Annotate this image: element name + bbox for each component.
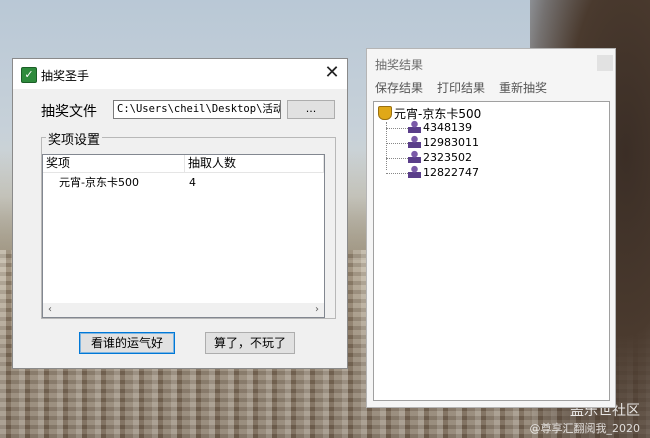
- scroll-left-icon[interactable]: ‹: [43, 303, 57, 317]
- person-icon: [408, 165, 421, 178]
- dialog-client: 抽奖文件 C:\Users\cheil\Desktop\活动抽 ... 奖项设置…: [13, 89, 347, 368]
- file-label: 抽奖文件: [41, 104, 97, 120]
- dialog-title: 抽奖圣手: [41, 69, 90, 83]
- watermark-sub: @尊享汇翻阅我_2020: [529, 422, 641, 435]
- person-icon: [408, 120, 421, 133]
- prize-settings-group: 奖项设置 奖项 抽取人数 元宵-京东卡500 4 ‹ ›: [41, 129, 336, 319]
- tree-root-label: 元宵-京东卡500: [394, 107, 482, 121]
- tree-item[interactable]: 12822747: [386, 165, 479, 180]
- dialog-titlebar[interactable]: ✓ 抽奖圣手 ✕: [13, 59, 347, 89]
- menu-item-save[interactable]: 保存结果: [375, 79, 423, 95]
- results-menu: 保存结果 打印结果 重新抽奖: [375, 79, 547, 95]
- browse-button[interactable]: ...: [287, 100, 335, 119]
- file-path-field[interactable]: C:\Users\cheil\Desktop\活动抽: [113, 100, 281, 119]
- cell-count: 4: [189, 176, 196, 189]
- winner-id: 4348139: [423, 121, 472, 134]
- quit-button[interactable]: 算了，不玩了: [205, 332, 295, 354]
- results-window: 抽奖结果 保存结果 打印结果 重新抽奖 元宵-京东卡500 4348139 12…: [366, 48, 616, 408]
- winner-id: 12822747: [423, 166, 479, 179]
- horizontal-scrollbar[interactable]: ‹ ›: [43, 303, 324, 317]
- menu-item-print[interactable]: 打印结果: [437, 79, 485, 95]
- results-tree[interactable]: 元宵-京东卡500 4348139 12983011 2323502 12822…: [373, 101, 610, 401]
- winner-id: 12983011: [423, 136, 479, 149]
- person-icon: [408, 150, 421, 163]
- close-icon[interactable]: ✕: [317, 59, 347, 89]
- cell-prize: 元宵-京东卡500: [59, 176, 139, 189]
- group-label: 奖项设置: [46, 129, 103, 148]
- tree-item[interactable]: 4348139: [386, 120, 472, 135]
- results-title: 抽奖结果: [375, 58, 424, 72]
- menu-item-redraw[interactable]: 重新抽奖: [499, 79, 547, 95]
- tree-item[interactable]: 12983011: [386, 135, 479, 150]
- lottery-dialog: ✓ 抽奖圣手 ✕ 抽奖文件 C:\Users\cheil\Desktop\活动抽…: [12, 58, 348, 369]
- column-header-count[interactable]: 抽取人数: [185, 155, 324, 173]
- prize-list[interactable]: 奖项 抽取人数 元宵-京东卡500 4 ‹ ›: [42, 154, 325, 318]
- list-header: 奖项 抽取人数: [43, 155, 324, 173]
- results-close-button[interactable]: [597, 55, 613, 71]
- scroll-right-icon[interactable]: ›: [310, 303, 324, 317]
- column-header-prize[interactable]: 奖项: [43, 155, 185, 173]
- trophy-icon: [378, 106, 392, 120]
- tree-item[interactable]: 2323502: [386, 150, 472, 165]
- table-row[interactable]: 元宵-京东卡500 4: [43, 175, 324, 191]
- app-icon: ✓: [21, 67, 37, 83]
- winner-id: 2323502: [423, 151, 472, 164]
- lucky-draw-button[interactable]: 看谁的运气好: [79, 332, 175, 354]
- person-icon: [408, 135, 421, 148]
